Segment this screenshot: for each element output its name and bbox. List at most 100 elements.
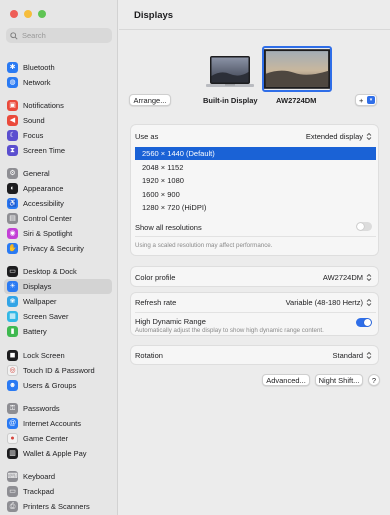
sidebar-item-network[interactable]: ◍ Network (4, 75, 112, 90)
color-profile-select[interactable]: AW2724DM (323, 273, 372, 282)
hourglass-icon: ⧗ (7, 145, 18, 156)
arrange-button[interactable]: Arrange... (129, 94, 171, 106)
sidebar-item-label: Battery (23, 327, 47, 336)
minimize-button[interactable] (24, 10, 32, 18)
refresh-rate-value: Variable (48-180 Hertz) (285, 298, 363, 307)
sidebar-item-screen-saver[interactable]: ▦ Screen Saver (4, 309, 112, 324)
printer-icon: ⎙ (7, 501, 18, 512)
refresh-rate-select[interactable]: Variable (48-180 Hertz) (286, 298, 372, 307)
sidebar-item-label: Focus (23, 131, 44, 140)
sidebar-item-label: Printers & Scanners (23, 502, 90, 511)
sidebar-item-label: Internet Accounts (23, 419, 81, 428)
builtin-display-label[interactable]: Built-in Display (203, 96, 258, 105)
sidebar-item-wallet-apple-pay[interactable]: ▥ Wallet & Apple Pay (4, 446, 112, 461)
chevron-down-icon: ▾ (367, 96, 375, 104)
sidebar-item-label: Siri & Spotlight (23, 229, 73, 238)
sidebar-item-lock-screen[interactable]: ◼ Lock Screen (4, 348, 112, 363)
add-display-button[interactable]: + ▾ (355, 94, 377, 106)
advanced-button[interactable]: Advanced... (262, 374, 310, 386)
resolution-option[interactable]: 1920 × 1080 (135, 174, 376, 187)
sidebar-item-displays[interactable]: ☀ Displays (4, 279, 112, 294)
sidebar-item-desktop-dock[interactable]: ▭ Desktop & Dock (4, 264, 112, 279)
sidebar-item-keyboard[interactable]: ⌨ Keyboard (4, 469, 112, 484)
rotation-label: Rotation (135, 351, 163, 360)
sidebar-item-focus[interactable]: ☾ Focus (4, 128, 112, 143)
appearance-icon: ◐ (7, 183, 18, 194)
sidebar-item-bluetooth[interactable]: ✱ Bluetooth (4, 60, 112, 75)
sidebar-item-game-center[interactable]: ● Game Center (4, 431, 112, 446)
sidebar-item-touch-id-password[interactable]: ◎ Touch ID & Password (4, 363, 112, 378)
external-display-label[interactable]: AW2724DM (276, 96, 316, 105)
night-shift-button[interactable]: Night Shift... (315, 374, 363, 386)
sidebar-item-label: Game Center (23, 434, 69, 443)
fingerprint-icon: ◎ (7, 365, 18, 376)
updown-chevron-icon (366, 298, 372, 307)
builtin-display-thumbnail[interactable] (206, 56, 254, 90)
rotation-select[interactable]: Standard (333, 351, 372, 360)
control-center-icon: ▤ (7, 213, 18, 224)
hdr-description: Automatically adjust the display to show… (135, 327, 324, 334)
dock-icon: ▭ (7, 266, 18, 277)
sidebar-item-siri-spotlight[interactable]: ◉ Siri & Spotlight (4, 226, 112, 241)
toggle-knob (357, 223, 364, 230)
sidebar-item-label: Sound (23, 116, 45, 125)
sidebar-item-appearance[interactable]: ◐ Appearance (4, 181, 112, 196)
sidebar-item-accessibility[interactable]: ♿ Accessibility (4, 196, 112, 211)
sidebar-item-label: Control Center (23, 214, 72, 223)
sidebar-item-privacy-security[interactable]: ✋ Privacy & Security (4, 241, 112, 256)
color-profile-label: Color profile (135, 273, 176, 282)
keyboard-icon: ⌨ (7, 471, 18, 482)
updown-chevron-icon (366, 351, 372, 360)
external-display-thumbnail[interactable] (264, 48, 330, 90)
updown-chevron-icon (366, 132, 372, 141)
wallpaper-icon: ❀ (7, 296, 18, 307)
updown-chevron-icon (366, 273, 372, 282)
use-as-select[interactable]: Extended display (306, 132, 372, 141)
sidebar-item-internet-accounts[interactable]: @ Internet Accounts (4, 416, 112, 431)
bell-icon: ▣ (7, 100, 18, 111)
sidebar-item-users-groups[interactable]: ☻ Users & Groups (4, 378, 112, 393)
sidebar-item-label: General (23, 169, 50, 178)
sidebar-item-screen-time[interactable]: ⧗ Screen Time (4, 143, 112, 158)
sidebar-item-trackpad[interactable]: ▭ Trackpad (4, 484, 112, 499)
title-divider (119, 29, 390, 30)
sidebar-item-wallpaper[interactable]: ❀ Wallpaper (4, 294, 112, 309)
sidebar: ✱ Bluetooth ◍ Network ▣ Notifications ◀ Sound ☾ F… (0, 0, 118, 515)
sun-icon: ☀ (7, 281, 18, 292)
sidebar-item-label: Notifications (23, 101, 64, 110)
search-field[interactable] (6, 28, 112, 43)
close-button[interactable] (10, 10, 18, 18)
sidebar-item-label: Keyboard (23, 472, 56, 481)
sidebar-item-printers-scanners[interactable]: ⎙ Printers & Scanners (4, 499, 112, 514)
hdr-label: High Dynamic Range (135, 317, 206, 326)
resolution-option[interactable]: 2048 × 1152 (135, 161, 376, 174)
sidebar-item-label: Desktop & Dock (23, 267, 77, 276)
refresh-rate-label: Refresh rate (135, 298, 177, 307)
sidebar-item-label: Privacy & Security (23, 244, 84, 253)
hand-icon: ✋ (7, 243, 18, 254)
sidebar-item-passwords[interactable]: ⚿ Passwords (4, 401, 112, 416)
help-button[interactable]: ? (368, 374, 380, 386)
resolution-option[interactable]: 2560 × 1440 (Default) (135, 147, 376, 160)
bluetooth-icon: ✱ (7, 62, 18, 73)
sidebar-item-battery[interactable]: ▮ Battery (4, 324, 112, 339)
zoom-button[interactable] (38, 10, 46, 18)
sidebar-item-notifications[interactable]: ▣ Notifications (4, 98, 112, 113)
sidebar-item-sound[interactable]: ◀ Sound (4, 113, 112, 128)
moon-icon: ☾ (7, 130, 18, 141)
sidebar-item-general[interactable]: ⚙ General (4, 166, 112, 181)
speaker-icon: ◀ (7, 115, 18, 126)
search-input[interactable] (22, 31, 112, 40)
resolution-option[interactable]: 1280 × 720 (HiDPI) (135, 201, 376, 214)
window-controls (10, 10, 46, 18)
use-as-label: Use as (135, 132, 159, 141)
hdr-toggle[interactable] (356, 318, 372, 327)
gear-icon: ⚙ (7, 168, 18, 179)
resolution-option[interactable]: 1600 × 900 (135, 188, 376, 201)
sidebar-item-control-center[interactable]: ▤ Control Center (4, 211, 112, 226)
lock-icon: ◼ (7, 350, 18, 361)
add-label: + (359, 95, 364, 105)
color-profile-value: AW2724DM (322, 273, 363, 282)
show-all-resolutions-toggle[interactable] (356, 222, 372, 231)
game-center-icon: ● (7, 433, 18, 444)
